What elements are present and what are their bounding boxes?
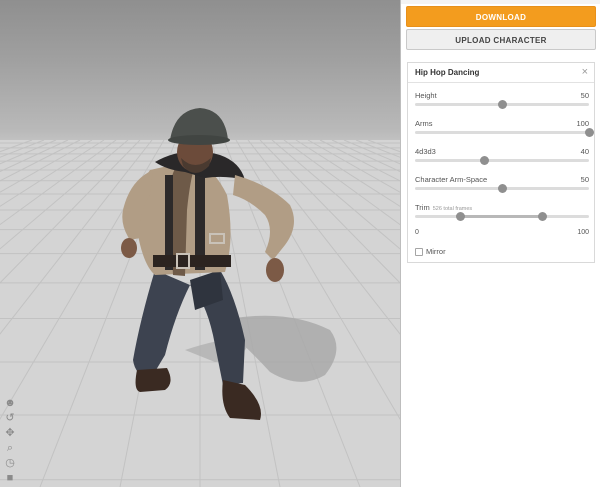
mirror-checkbox[interactable] (415, 247, 423, 256)
trim-label: Trim (415, 203, 430, 212)
panel-top-edge (401, 0, 600, 4)
trim-range-fill (460, 215, 542, 218)
mirror-label: Mirror (426, 247, 446, 256)
slider-handle[interactable] (584, 128, 594, 137)
slider-label: Trim 526 total frames (415, 203, 472, 212)
download-button[interactable]: DOWNLOAD (406, 6, 596, 27)
slider-value: 50 (580, 91, 589, 100)
slider-handle[interactable] (480, 156, 490, 165)
animation-settings-card: Hip Hop Dancing × Height 50 Arms 100 4d3… (407, 62, 595, 263)
slider-value: 100 (576, 119, 589, 128)
trim-start-handle[interactable] (455, 212, 465, 221)
mirror-option[interactable]: Mirror (415, 247, 446, 256)
slider-label: Arms (415, 119, 433, 128)
slider-track[interactable] (415, 131, 589, 134)
trim-end-handle[interactable] (537, 212, 547, 221)
close-icon[interactable]: × (582, 66, 588, 78)
slider-handle[interactable] (497, 184, 507, 193)
slider-track[interactable] (415, 159, 589, 162)
trim-min-label: 0 (415, 229, 419, 236)
slider-label: Height (415, 91, 437, 100)
slider-handle[interactable] (497, 100, 507, 109)
camera-icon[interactable]: ■ (3, 471, 17, 485)
slider-label: Character Arm-Space (415, 175, 488, 184)
character-model[interactable] (95, 100, 335, 430)
trim-max-label: 100 (577, 229, 589, 236)
upload-character-button[interactable]: UPLOAD CHARACTER (406, 29, 596, 50)
slider-value: 50 (580, 175, 589, 184)
settings-panel: DOWNLOAD UPLOAD CHARACTER Hip Hop Dancin… (401, 0, 600, 487)
animation-title: Hip Hop Dancing (415, 68, 480, 77)
undo-icon[interactable]: ↺ (3, 411, 17, 425)
3d-viewport[interactable]: ☻ ↺ ✥ ⌕ ◷ ■ (0, 0, 401, 487)
zoom-icon[interactable]: ⌕ (3, 441, 17, 455)
reset-icon[interactable]: ◷ (3, 456, 17, 470)
card-header: Hip Hop Dancing × (408, 63, 594, 83)
total-frames: 526 total frames (432, 206, 473, 212)
viewport-toolbar: ☻ ↺ ✥ ⌕ ◷ ■ (3, 396, 17, 486)
character-icon[interactable]: ☻ (3, 396, 17, 410)
pan-icon[interactable]: ✥ (3, 426, 17, 440)
slider-label: 4d3d3 (415, 147, 436, 156)
slider-value: 40 (580, 147, 589, 156)
